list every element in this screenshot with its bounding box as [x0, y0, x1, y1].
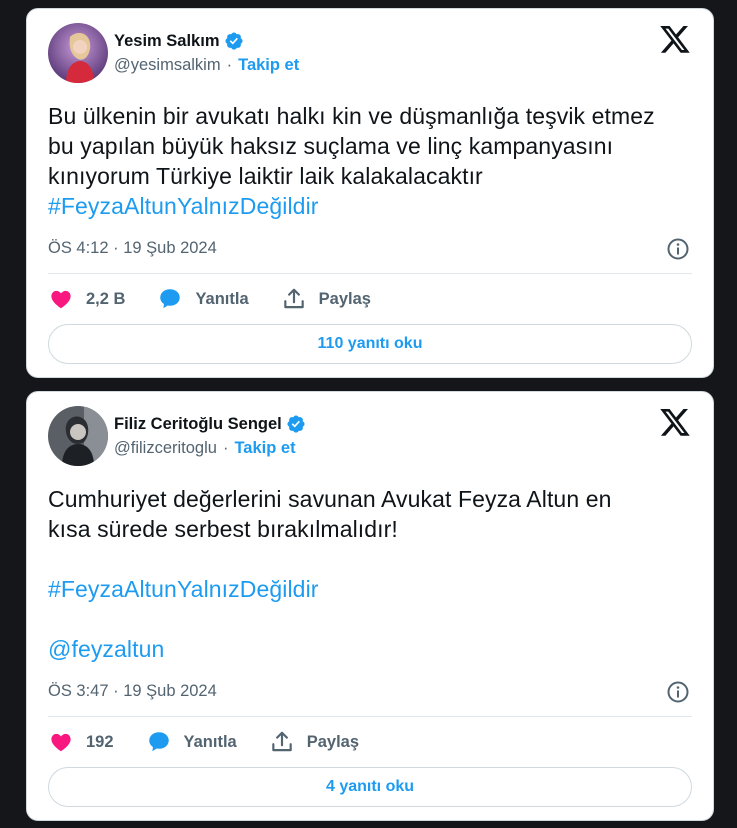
- tweet-header: Filiz Ceritoğlu Sengel @filizceritoglu ·…: [48, 392, 692, 484]
- avatar[interactable]: [48, 406, 108, 466]
- author-name[interactable]: Filiz Ceritoğlu Sengel: [114, 415, 282, 434]
- verified-icon: [224, 32, 243, 50]
- tweet-card: Filiz Ceritoğlu Sengel @filizceritoglu ·…: [26, 391, 714, 821]
- reply-button[interactable]: Yanıtla: [146, 729, 237, 755]
- tweet-header: Yesim Salkım @yesimsalkim · Takip et: [48, 9, 692, 101]
- tweet-text-line: Bu ülkenin bir avukatı halkı kin ve düşm…: [48, 103, 655, 129]
- action-bar: 2,2 B Yanıtla Paylaş: [48, 274, 692, 324]
- reply-label: Yanıtla: [195, 289, 249, 308]
- separator: ·: [222, 439, 229, 457]
- author-name[interactable]: Yesim Salkım: [114, 32, 220, 51]
- reply-bubble-icon: [160, 289, 181, 309]
- timestamp[interactable]: ÖS 4:12 · 19 Şub 2024: [48, 239, 217, 258]
- x-logo-icon[interactable]: [660, 409, 690, 436]
- share-label: Paylaş: [306, 732, 360, 751]
- timestamp[interactable]: ÖS 3:47 · 19 Şub 2024: [48, 682, 217, 701]
- read-replies-button[interactable]: 110 yanıtı oku: [48, 324, 692, 364]
- author-handle[interactable]: @filizceritoglu: [114, 439, 217, 458]
- like-count: 2,2 B: [86, 289, 126, 308]
- like-button[interactable]: 2,2 B: [48, 286, 125, 312]
- heart-icon: [51, 733, 71, 752]
- share-icon: [283, 288, 304, 309]
- mention-link[interactable]: @feyzaltun: [48, 634, 692, 664]
- reply-label: Yanıtla: [183, 732, 237, 751]
- separator: ·: [226, 56, 233, 74]
- reply-bubble-icon: [148, 732, 169, 752]
- tweet-text-line: kınıyorum Türkiye laiktir laik kalakalac…: [48, 163, 483, 189]
- reply-button[interactable]: Yanıtla: [157, 286, 249, 312]
- tweet-text-line: Cumhuriyet değerlerini savunan Avukat Fe…: [48, 486, 612, 512]
- share-icon: [271, 731, 292, 752]
- author-handle[interactable]: @yesimsalkim: [114, 56, 221, 75]
- like-button[interactable]: 192: [48, 729, 114, 755]
- read-replies-button[interactable]: 4 yanıtı oku: [48, 767, 692, 807]
- info-icon[interactable]: [666, 680, 690, 704]
- verified-icon: [287, 415, 305, 433]
- info-icon[interactable]: [666, 237, 690, 261]
- tweet-text: Cumhuriyet değerlerini savunan Avukat Fe…: [48, 484, 692, 664]
- follow-button[interactable]: Takip et: [238, 56, 299, 75]
- share-button[interactable]: Paylaş: [281, 286, 371, 312]
- tweet-text-line: kısa sürede serbest bırakılmalıdır!: [48, 516, 398, 542]
- tweet-card: Yesim Salkım @yesimsalkim · Takip et Bu …: [26, 8, 714, 378]
- tweet-text: Bu ülkenin bir avukatı halkı kin ve düşm…: [48, 101, 692, 221]
- heart-icon: [51, 290, 71, 309]
- like-count: 192: [86, 732, 114, 751]
- action-bar: 192 Yanıtla Paylaş: [48, 717, 692, 767]
- hashtag-link[interactable]: #FeyzaAltunYalnızDeğildir: [48, 574, 692, 604]
- tweet-text-line: bu yapılan büyük haksız suçlama ve linç …: [48, 133, 614, 159]
- follow-button[interactable]: Takip et: [234, 439, 295, 458]
- avatar[interactable]: [48, 23, 108, 83]
- x-logo-icon[interactable]: [660, 26, 690, 53]
- hashtag-link[interactable]: #FeyzaAltunYalnızDeğildir: [48, 191, 692, 221]
- share-button[interactable]: Paylaş: [269, 729, 359, 755]
- share-label: Paylaş: [318, 289, 371, 308]
